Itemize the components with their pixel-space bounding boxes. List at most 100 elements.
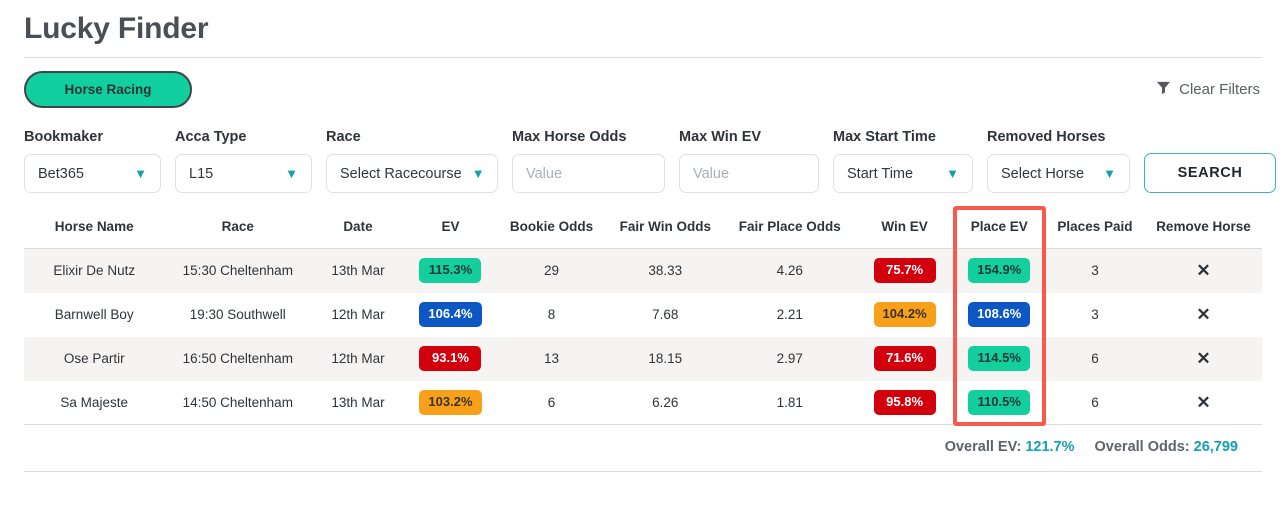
chevron-down-icon: ▼	[471, 166, 485, 181]
cell-win-ev: 71.6%	[855, 336, 954, 381]
cell-remove-horse: ✕	[1144, 292, 1262, 337]
ev-badge: 115.3%	[419, 258, 482, 284]
cell-places-paid: 3	[1044, 248, 1145, 293]
cell-race: 16:50 Cheltenham	[164, 336, 312, 381]
cell-remove-horse: ✕	[1144, 248, 1262, 293]
place-ev-badge: 154.9%	[968, 258, 1031, 284]
cell-place-ev: 154.9%	[953, 248, 1045, 293]
cell-ev: 103.2%	[404, 380, 497, 425]
filter-max-start-time: Max Start Time Start Time ▼	[833, 129, 973, 193]
filter-removed-horses: Removed Horses Select Horse ▼	[987, 129, 1130, 193]
filter-max-horse-odds-label: Max Horse Odds	[512, 129, 627, 145]
chevron-down-icon: ▼	[946, 166, 959, 181]
bottom-divider	[24, 471, 1262, 472]
cell-fair-win-odds: 6.26	[606, 380, 724, 425]
overall-ev: Overall EV: 121.7%	[945, 439, 1075, 455]
cell-fair-place-odds: 4.26	[723, 248, 856, 293]
cell-fair-win-odds: 7.68	[606, 292, 724, 337]
table-row: Barnwell Boy 19:30 Southwell 12th Mar 10…	[24, 292, 1262, 337]
filter-max-win-ev-label: Max Win EV	[679, 129, 762, 145]
col-remove-horse[interactable]: Remove Horse	[1144, 207, 1262, 249]
filter-race: Race Select Racecourse ▼	[326, 129, 498, 193]
acca-type-value: L15	[189, 165, 214, 182]
col-horse-name[interactable]: Horse Name	[24, 207, 165, 249]
cell-bookie-odds: 6	[496, 380, 607, 425]
win-ev-badge: 71.6%	[873, 346, 936, 371]
ev-badge: 103.2%	[419, 389, 482, 415]
cell-fair-place-odds: 2.97	[723, 336, 856, 381]
cell-remove-horse: ✕	[1144, 336, 1262, 381]
cell-date: 13th Mar	[311, 248, 405, 293]
cell-horse-name: Elixir De Nutz	[24, 248, 165, 293]
col-place-ev[interactable]: Place EV	[953, 207, 1045, 249]
overall-ev-value: 121.7%	[1025, 439, 1075, 455]
cell-fair-win-odds: 38.33	[606, 248, 724, 293]
search-field: SEARCH	[1144, 128, 1276, 193]
overall-odds-label: Overall Odds:	[1094, 439, 1190, 455]
cell-fair-place-odds: 1.81	[723, 380, 856, 425]
win-ev-badge: 95.8%	[873, 389, 936, 415]
table-row: Elixir De Nutz 15:30 Cheltenham 13th Mar…	[24, 248, 1262, 293]
win-ev-badge: 104.2%	[873, 302, 936, 327]
cell-places-paid: 3	[1044, 292, 1145, 337]
chevron-down-icon: ▼	[285, 166, 298, 181]
place-ev-badge: 108.6%	[968, 302, 1031, 327]
results-table: Horse Name Race Date EV Bookie Odds Fair…	[24, 207, 1262, 425]
col-fair-place-odds[interactable]: Fair Place Odds	[723, 207, 856, 249]
sport-pill-label: Horse Racing	[64, 82, 152, 97]
max-start-time-select[interactable]: Start Time ▼	[833, 154, 973, 193]
max-horse-odds-input[interactable]: Value	[512, 154, 665, 193]
place-ev-badge: 114.5%	[968, 346, 1031, 371]
max-win-ev-input[interactable]: Value	[679, 154, 819, 193]
cell-horse-name: Sa Majeste	[24, 380, 165, 425]
filter-bookmaker: Bookmaker Bet365 ▼	[24, 129, 161, 193]
filter-removed-horses-label: Removed Horses	[987, 129, 1106, 145]
close-x-icon[interactable]: ✕	[1196, 393, 1210, 412]
table-header-row: Horse Name Race Date EV Bookie Odds Fair…	[24, 207, 1262, 249]
bookmaker-value: Bet365	[38, 165, 84, 182]
removed-horses-select[interactable]: Select Horse ▼	[987, 154, 1130, 193]
col-bookie-odds[interactable]: Bookie Odds	[496, 207, 607, 249]
results-table-wrap: Horse Name Race Date EV Bookie Odds Fair…	[0, 193, 1286, 426]
overall-odds-value: 26,799	[1193, 439, 1238, 455]
filter-max-horse-odds: Max Horse Odds Value	[512, 129, 665, 193]
close-x-icon[interactable]: ✕	[1196, 261, 1210, 280]
cell-fair-win-odds: 18.15	[606, 336, 724, 381]
cell-ev: 115.3%	[404, 248, 497, 293]
clear-filters-button[interactable]: Clear Filters	[1156, 80, 1260, 99]
lucky-finder-page: Lucky Finder Horse Racing Clear Filters …	[0, 0, 1286, 522]
bookmaker-select[interactable]: Bet365 ▼	[24, 154, 161, 193]
filters-bar: Bookmaker Bet365 ▼ Acca Type L15 ▼ Race …	[0, 108, 1286, 193]
sport-pill-horse-racing[interactable]: Horse Racing	[24, 71, 192, 108]
race-select[interactable]: Select Racecourse ▼	[326, 154, 498, 193]
cell-win-ev: 95.8%	[855, 380, 954, 425]
results-table-head: Horse Name Race Date EV Bookie Odds Fair…	[24, 207, 1262, 249]
col-ev[interactable]: EV	[404, 207, 497, 249]
overall-odds: Overall Odds: 26,799	[1095, 439, 1238, 455]
cell-date: 12th Mar	[311, 292, 405, 337]
filter-bookmaker-label: Bookmaker	[24, 129, 103, 145]
removed-horses-value: Select Horse	[1001, 165, 1085, 182]
col-fair-win-odds[interactable]: Fair Win Odds	[606, 207, 724, 249]
col-date[interactable]: Date	[311, 207, 405, 249]
cell-date: 12th Mar	[311, 336, 405, 381]
filter-max-start-time-label: Max Start Time	[833, 129, 936, 145]
col-race[interactable]: Race	[164, 207, 312, 249]
place-ev-badge: 110.5%	[968, 389, 1031, 415]
cell-win-ev: 75.7%	[855, 248, 954, 293]
search-button[interactable]: SEARCH	[1144, 153, 1276, 193]
ev-badge: 106.4%	[419, 302, 482, 327]
col-places-paid[interactable]: Places Paid	[1044, 207, 1145, 249]
cell-bookie-odds: 8	[496, 292, 607, 337]
cell-date: 13th Mar	[311, 380, 405, 425]
cell-ev: 93.1%	[404, 336, 497, 381]
cell-place-ev: 114.5%	[953, 336, 1045, 381]
close-x-icon[interactable]: ✕	[1196, 305, 1210, 324]
col-win-ev[interactable]: Win EV	[855, 207, 954, 249]
close-x-icon[interactable]: ✕	[1196, 349, 1210, 368]
filter-race-label: Race	[326, 129, 361, 145]
acca-type-select[interactable]: L15 ▼	[175, 154, 312, 193]
cell-race: 14:50 Cheltenham	[164, 380, 312, 425]
cell-places-paid: 6	[1044, 336, 1145, 381]
cell-win-ev: 104.2%	[855, 292, 954, 337]
